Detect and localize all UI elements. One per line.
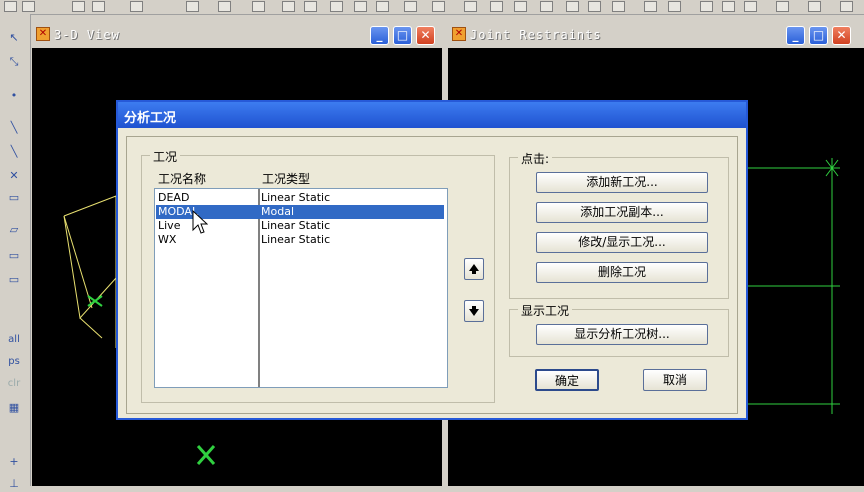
options-icon[interactable] (808, 1, 821, 12)
view-3d-titlebar[interactable]: ✕ 3-D View _ □ ✕ (32, 22, 442, 48)
zoom-in-icon[interactable] (304, 1, 317, 12)
lock-icon[interactable] (218, 1, 231, 12)
draw-area-icon[interactable]: ▱ (5, 222, 23, 238)
move-down-icon[interactable] (668, 1, 681, 12)
arrow-down-icon (469, 306, 479, 316)
check-icon[interactable] (722, 1, 735, 12)
restraint-symbol-lower (196, 445, 216, 465)
joint-restraints-title: Joint Restraints (470, 28, 602, 42)
arrow-up-icon (469, 264, 479, 274)
save-icon[interactable] (72, 1, 85, 12)
maximize-button[interactable]: □ (809, 26, 828, 45)
frame-wireframe (63, 195, 117, 348)
add-copy-case-button[interactable]: 添加工况副本... (536, 202, 708, 223)
dialog-titlebar[interactable]: 分析工况 (118, 102, 746, 128)
draw-frame-icon[interactable]: ╲ (5, 120, 23, 136)
reshape-icon[interactable]: ⤡ (5, 54, 23, 70)
col-header-type: 工况类型 (262, 172, 311, 186)
cases-group: 工况 工况名称 工况类型 DEAD Linear Static MODAL Modal… (141, 148, 495, 403)
refresh-icon[interactable] (404, 1, 417, 12)
new-file-icon[interactable] (4, 1, 17, 12)
move-up-button[interactable] (464, 258, 484, 280)
move-up-icon[interactable] (644, 1, 657, 12)
dialog-body: 工况 工况名称 工况类型 DEAD Linear Static MODAL Modal… (126, 136, 738, 414)
main-toolbar (0, 0, 864, 15)
case-name: WX (158, 233, 177, 246)
snap-icon[interactable] (700, 1, 713, 12)
draw-rect-area-icon[interactable]: ▭ (5, 248, 23, 264)
case-type: Linear Static (261, 219, 331, 232)
select-icon[interactable] (776, 1, 789, 12)
click-group-label: 点击: (518, 150, 553, 167)
run-icon[interactable] (252, 1, 265, 12)
list-item[interactable]: DEAD Linear Static (156, 191, 444, 205)
ok-button[interactable]: 确定 (535, 369, 599, 391)
view-xy-icon[interactable] (464, 1, 477, 12)
case-type: Linear Static (261, 191, 331, 204)
cases-group-label: 工况 (150, 148, 181, 165)
snap-point-icon[interactable]: + (5, 454, 23, 470)
joint-restraints-titlebar[interactable]: ✕ Joint Restraints _ □ ✕ (448, 22, 864, 48)
intersect-icon[interactable]: ▦ (5, 400, 23, 416)
perspective-icon[interactable] (588, 1, 601, 12)
case-name: DEAD (158, 191, 190, 204)
rotate-icon[interactable] (566, 1, 579, 12)
select-all-icon[interactable]: all (5, 332, 23, 348)
move-down-button[interactable] (464, 300, 484, 322)
minimize-button[interactable]: _ (786, 26, 805, 45)
add-new-case-button[interactable]: 添加新工况... (536, 172, 708, 193)
print-icon[interactable] (92, 1, 105, 12)
draw-brace-icon[interactable]: ✕ (5, 168, 23, 184)
pencil-icon[interactable] (186, 1, 199, 12)
view-nv-icon[interactable] (540, 1, 553, 12)
view-3d-title: 3-D View (54, 28, 120, 42)
cancel-button[interactable]: 取消 (643, 369, 707, 391)
zoom-window-icon[interactable] (282, 1, 295, 12)
analysis-cases-dialog[interactable]: 分析工况 工况 工况名称 工况类型 DEAD Linear Static MODAL… (116, 100, 748, 420)
open-file-icon[interactable] (22, 1, 35, 12)
minimize-button[interactable]: _ (370, 26, 389, 45)
show-group: 显示工况 显示分析工况树... (509, 302, 729, 357)
draw-solid-icon[interactable]: ▭ (5, 272, 23, 288)
maximize-button[interactable]: □ (393, 26, 412, 45)
case-name: Live (158, 219, 181, 232)
delete-case-button[interactable]: 删除工况 (536, 262, 708, 283)
close-button[interactable]: ✕ (832, 26, 851, 45)
shrink-icon[interactable] (612, 1, 625, 12)
app-icon: ✕ (36, 27, 50, 41)
more-icon[interactable] (840, 1, 853, 12)
previous-selection-icon[interactable]: ps (5, 354, 23, 370)
restraint-grid (748, 158, 840, 414)
snap-line-icon[interactable]: ⊥ (5, 476, 23, 492)
zoom-out-icon[interactable] (330, 1, 343, 12)
col-header-name: 工况名称 (158, 172, 207, 186)
show-group-label: 显示工况 (518, 302, 573, 319)
quick-draw-frame-icon[interactable]: ╲ (5, 144, 23, 160)
close-button[interactable]: ✕ (416, 26, 435, 45)
click-group: 点击: 添加新工况... 添加工况副本... 修改/显示工况... 删除工况 (509, 150, 729, 299)
view-3d-icon[interactable] (432, 1, 445, 12)
pan-icon[interactable] (376, 1, 389, 12)
clear-selection-icon[interactable]: clr (5, 376, 23, 392)
zoom-fit-icon[interactable] (354, 1, 367, 12)
undo-icon[interactable] (130, 1, 143, 12)
mouse-cursor-icon (192, 210, 208, 234)
draw-joint-icon[interactable]: • (5, 88, 23, 104)
show-case-tree-button[interactable]: 显示分析工况树... (536, 324, 708, 345)
draw-section-cut-icon[interactable]: ▭ (5, 190, 23, 206)
modify-show-case-button[interactable]: 修改/显示工况... (536, 232, 708, 253)
view-yz-icon[interactable] (514, 1, 527, 12)
dialog-title: 分析工况 (124, 111, 177, 126)
case-type: Linear Static (261, 233, 331, 246)
display-icon[interactable] (744, 1, 757, 12)
pointer-icon[interactable]: ↖ (5, 30, 23, 46)
left-toolbar: ↖ ⤡ • ╲ ╲ ✕ ▭ ▱ ▭ ▭ all ps clr ▦ + ⊥ (0, 14, 31, 490)
view-xz-icon[interactable] (490, 1, 503, 12)
app-icon: ✕ (452, 27, 466, 41)
case-type: Modal (261, 205, 294, 218)
